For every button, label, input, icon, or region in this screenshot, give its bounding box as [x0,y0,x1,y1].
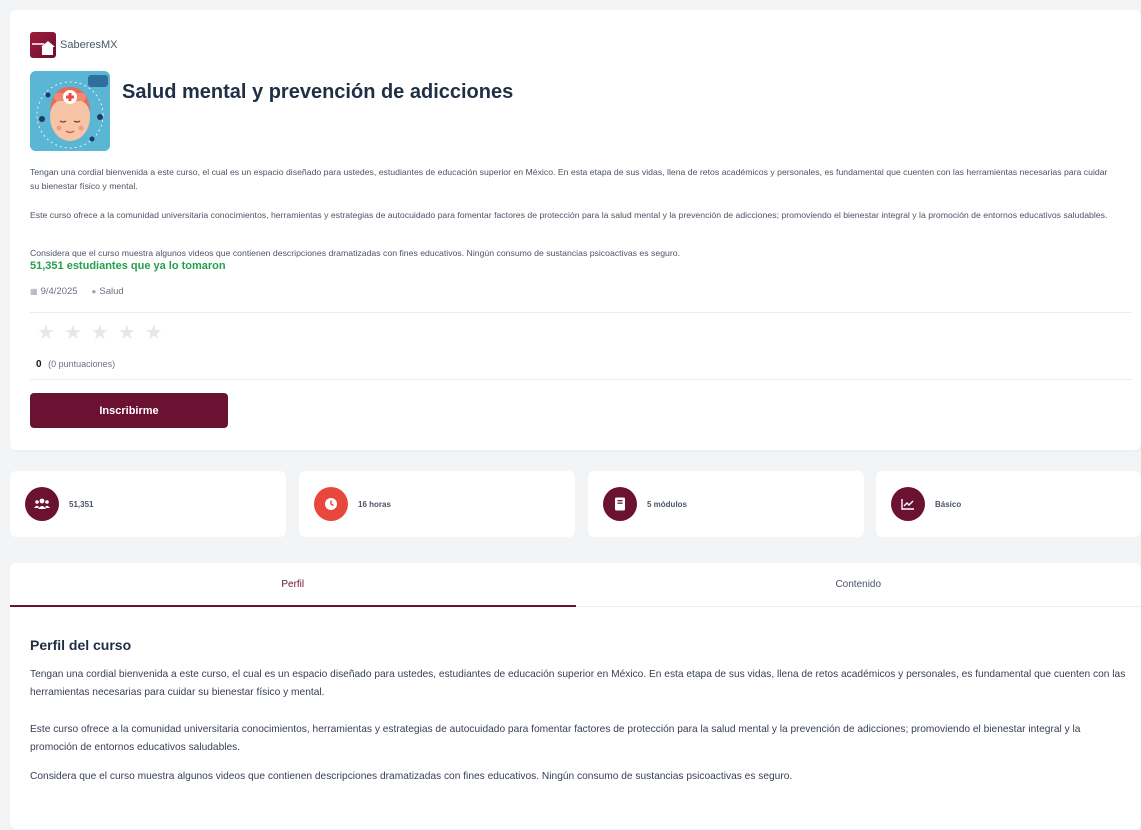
divider [30,312,1132,313]
brand-name: SaberesMX [60,39,118,51]
course-meta: ▦ 9/4/2025 ● Salud [30,286,124,297]
course-header-card: SaberesMX Salud mental y prevención de a… [10,10,1141,450]
tag-icon: ● [91,287,97,296]
stat-label-modules: 5 módulos [647,499,688,509]
rating-count: (0 puntuaciones) [48,359,116,369]
stat-card-students: 51,351 [10,471,286,537]
divider [30,379,1132,380]
stat-label-level: Básico [935,499,962,509]
calendar-icon: ▦ [30,287,38,296]
star-icon[interactable]: ★ [37,323,55,343]
profile-paragraph-1: Tengan una cordial bienvenida a este cur… [30,669,1126,698]
tab-contenido[interactable]: Contenido [576,563,1141,606]
tab-bar: Perfil Contenido [10,563,1141,607]
star-icon[interactable]: ★ [64,323,82,343]
course-category-text: Salud [99,286,124,297]
clock-icon [314,487,348,521]
users-icon [25,487,59,521]
star-icon[interactable]: ★ [91,323,109,343]
stat-label-duration: 16 horas [358,499,391,509]
profile-paragraph-2: Este curso ofrece a la comunidad univers… [30,724,1081,753]
course-description-1: Tengan una cordial bienvenida a este cur… [30,167,1108,191]
star-icon[interactable]: ★ [145,323,163,343]
section-title: Perfil del curso [30,637,132,653]
course-description-2: Este curso ofrece a la comunidad univers… [30,210,1108,220]
book-icon [603,487,637,521]
stat-card-level: Básico [876,471,1141,537]
saberesmx-logo [30,32,56,58]
course-description-3: Considera que el curso muestra algunos v… [30,248,681,258]
profile-paragraph-3: Considera que el curso muestra algunos v… [30,771,793,782]
course-date-text: 9/4/2025 [40,286,78,297]
tab-perfil[interactable]: Perfil [10,563,576,607]
course-title: Salud mental y prevención de adicciones [122,81,514,103]
rating-value: 0 [36,359,42,370]
enroll-button[interactable]: Inscribirme [30,393,228,428]
star-icon[interactable]: ★ [118,323,136,343]
stat-label-students: 51,351 [69,499,94,509]
stat-card-modules: 5 módulos [588,471,864,537]
course-category: ● Salud [92,286,124,297]
star-rating[interactable]: ★ ★ ★ ★ ★ [37,323,163,343]
course-thumbnail [30,71,110,151]
rating-summary: 0 (0 puntuaciones) [36,359,115,370]
course-tabs-card: Perfil Contenido Perfil del curso Tengan… [10,563,1141,829]
students-count: 51,351 estudiantes que ya lo tomaron [30,260,226,272]
brand[interactable]: SaberesMX [30,32,117,58]
stat-card-duration: 16 horas [299,471,575,537]
course-date: ▦ 9/4/2025 [30,286,78,297]
chart-line-icon [891,487,925,521]
